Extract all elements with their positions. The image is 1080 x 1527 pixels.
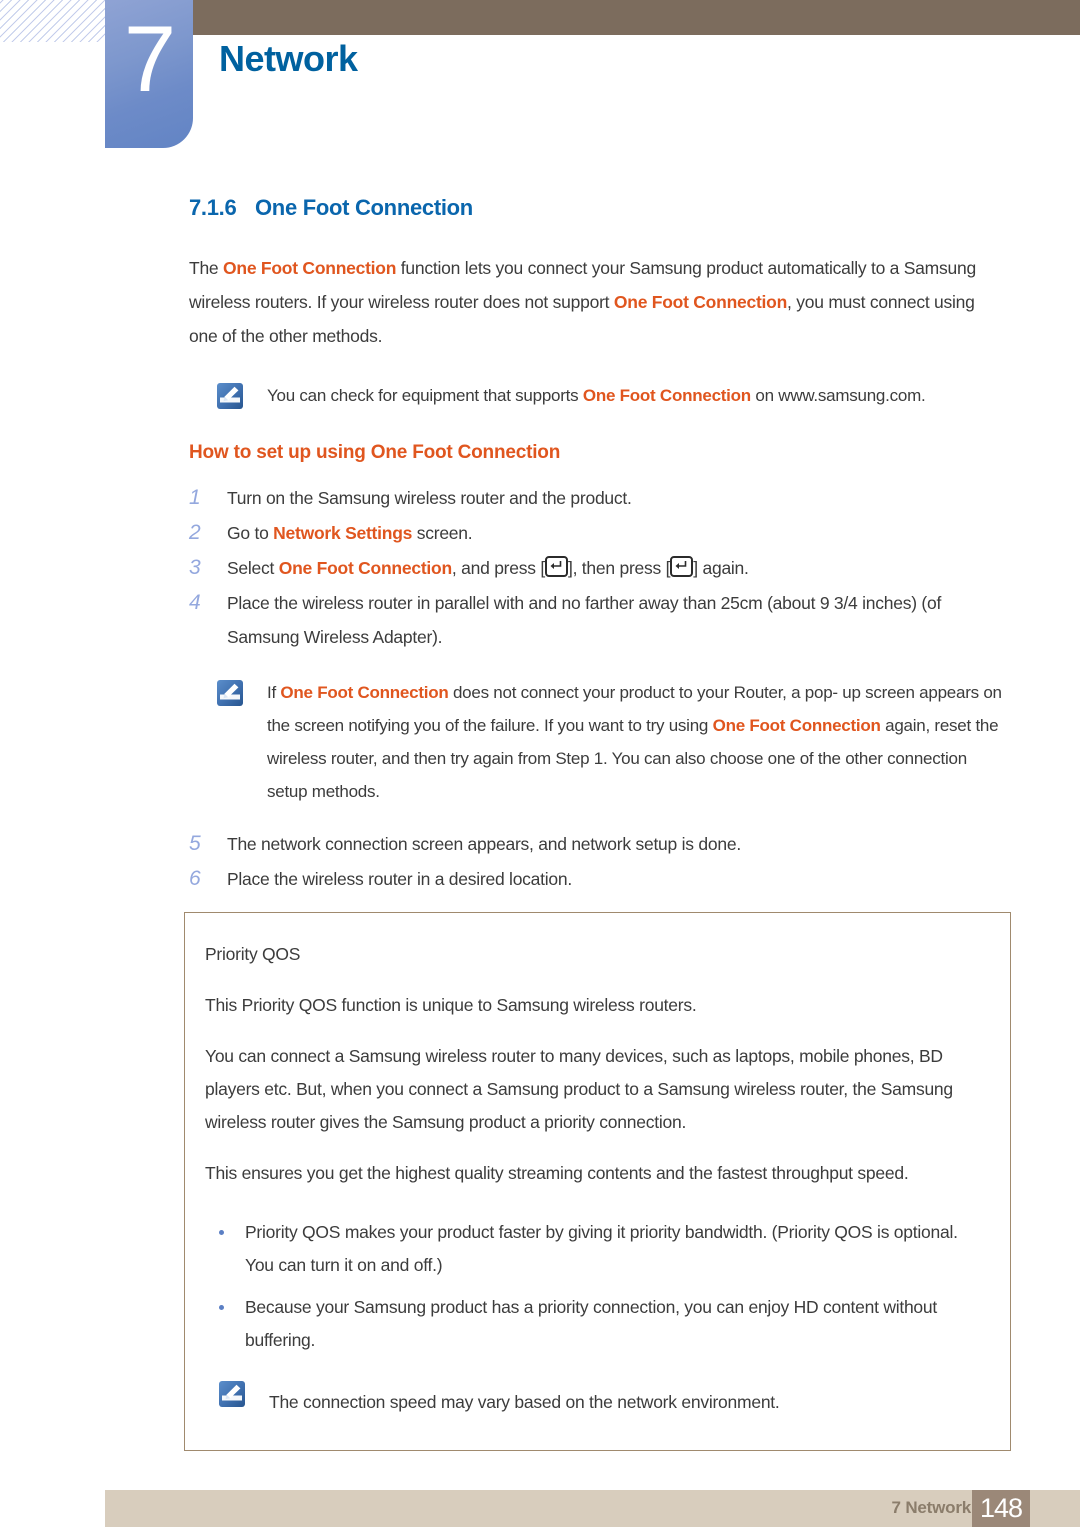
step-number-6: 6	[189, 867, 201, 890]
qos-paragraph-2: You can connect a Samsung wireless route…	[205, 1046, 953, 1132]
enter-key-icon-1	[544, 556, 568, 577]
intro-text-a: The	[189, 258, 224, 278]
qos-paragraph-1: This Priority QOS function is unique to …	[205, 995, 697, 1015]
step3-text-b: , and press [	[451, 558, 545, 578]
setup-steps-list: 1 Turn on the Samsung wireless router an…	[0, 480, 1080, 654]
subsection-heading: How to set up using One Foot Connection	[189, 442, 561, 463]
page-footer: 7 Network 148	[105, 1490, 1080, 1527]
intro-highlight-1: One Foot Connection	[223, 258, 397, 278]
step3-highlight: One Foot Connection	[278, 558, 452, 578]
note-block-connection-speed: The connection speed may vary based on t…	[219, 1377, 990, 1428]
enter-key-icon-2	[670, 556, 694, 577]
note2-highlight-1: One Foot Connection	[280, 683, 449, 702]
step-number-4: 4	[189, 591, 201, 614]
bullet-dot-icon	[205, 1216, 245, 1282]
step-number-3: 3	[189, 556, 201, 579]
chapter-title: Network	[219, 38, 358, 79]
step3-text-c: ], then press [	[567, 558, 671, 578]
step-item-3: 3 Select One Foot Connection, and press …	[189, 550, 1001, 585]
step-item-4: 4 Place the wireless router in parallel …	[189, 585, 1001, 654]
section-heading: 7.1.6 One Foot Connection	[189, 195, 1080, 221]
chapter-tab: 7	[105, 0, 193, 148]
step2-highlight: Network Settings	[273, 523, 413, 543]
step3-text-a: Select	[227, 558, 279, 578]
qos-bullet-item-2: Because your Samsung product has a prior…	[205, 1282, 990, 1357]
note-pencil-icon	[217, 383, 243, 409]
footer-chapter-label: 7 Network	[891, 1498, 972, 1517]
step-item-2: 2 Go to Network Settings screen.	[189, 515, 1001, 550]
qos-title: Priority QOS	[205, 944, 301, 964]
note-text-equipment: You can check for equipment that support…	[243, 379, 1007, 412]
step-text-2: Go to Network Settings screen.	[227, 516, 1001, 550]
step-text-1: Turn on the Samsung wireless router and …	[227, 488, 632, 508]
bullet-dot-icon	[205, 1291, 245, 1357]
qos-paragraph-3: This ensures you get the highest quality…	[205, 1163, 909, 1183]
step-number-5: 5	[189, 832, 201, 855]
step-item-1: 1 Turn on the Samsung wireless router an…	[189, 480, 1001, 515]
step-text-4: Place the wireless router in parallel wi…	[227, 593, 942, 647]
qos-bullet-text-2: Because your Samsung product has a prior…	[245, 1297, 938, 1350]
priority-qos-box: Priority QOS This Priority QOS function …	[184, 912, 1011, 1451]
section-title: One Foot Connection	[255, 195, 473, 220]
note-block-equipment: You can check for equipment that support…	[217, 379, 1007, 412]
header-brown-bar	[193, 0, 1080, 35]
note-pencil-icon	[217, 680, 243, 706]
qos-bullet-item-1: Priority QOS makes your product faster b…	[205, 1207, 990, 1282]
note1-highlight: One Foot Connection	[582, 386, 751, 405]
qos-bullet-list: Priority QOS makes your product faster b…	[205, 1207, 990, 1357]
step-text-3: Select One Foot Connection, and press []…	[227, 551, 1001, 585]
intro-highlight-2: One Foot Connection	[613, 292, 788, 312]
note-text-failure: If One Foot Connection does not connect …	[243, 676, 1007, 808]
note1-text-b: on www.samsung.com.	[750, 386, 926, 405]
note2-text-a: If	[267, 683, 281, 702]
step-item-5: 5 The network connection screen appears,…	[189, 826, 1001, 861]
page-content: 7.1.6 One Foot Connection The One Foot Co…	[0, 195, 1080, 984]
step2-text-b: screen.	[412, 523, 473, 543]
footer-page-number: 148	[972, 1490, 1030, 1527]
note-text-connection-speed: The connection speed may vary based on t…	[269, 1392, 780, 1412]
note2-highlight-2: One Foot Connection	[712, 716, 881, 735]
decorative-hatch-pattern	[0, 0, 106, 42]
step-item-6: 6 Place the wireless router in a desired…	[189, 861, 1001, 896]
section-number: 7.1.6	[189, 195, 237, 220]
step-number-1: 1	[189, 486, 201, 509]
qos-bullet-text-1: Priority QOS makes your product faster b…	[245, 1222, 958, 1275]
step-text-5: The network connection screen appears, a…	[227, 834, 741, 854]
step-text-6: Place the wireless router in a desired l…	[227, 869, 572, 889]
note-pencil-icon	[219, 1381, 245, 1407]
setup-steps-list-continued: 5 The network connection screen appears,…	[0, 826, 1080, 896]
chapter-number: 7	[123, 6, 176, 111]
note1-text-a: You can check for equipment that support…	[267, 386, 583, 405]
intro-paragraph: The One Foot Connection function lets yo…	[189, 251, 1001, 353]
step3-text-d: ] again.	[693, 558, 749, 578]
step2-text-a: Go to	[227, 523, 274, 543]
note-block-failure: If One Foot Connection does not connect …	[217, 676, 1007, 808]
step-number-2: 2	[189, 521, 201, 544]
